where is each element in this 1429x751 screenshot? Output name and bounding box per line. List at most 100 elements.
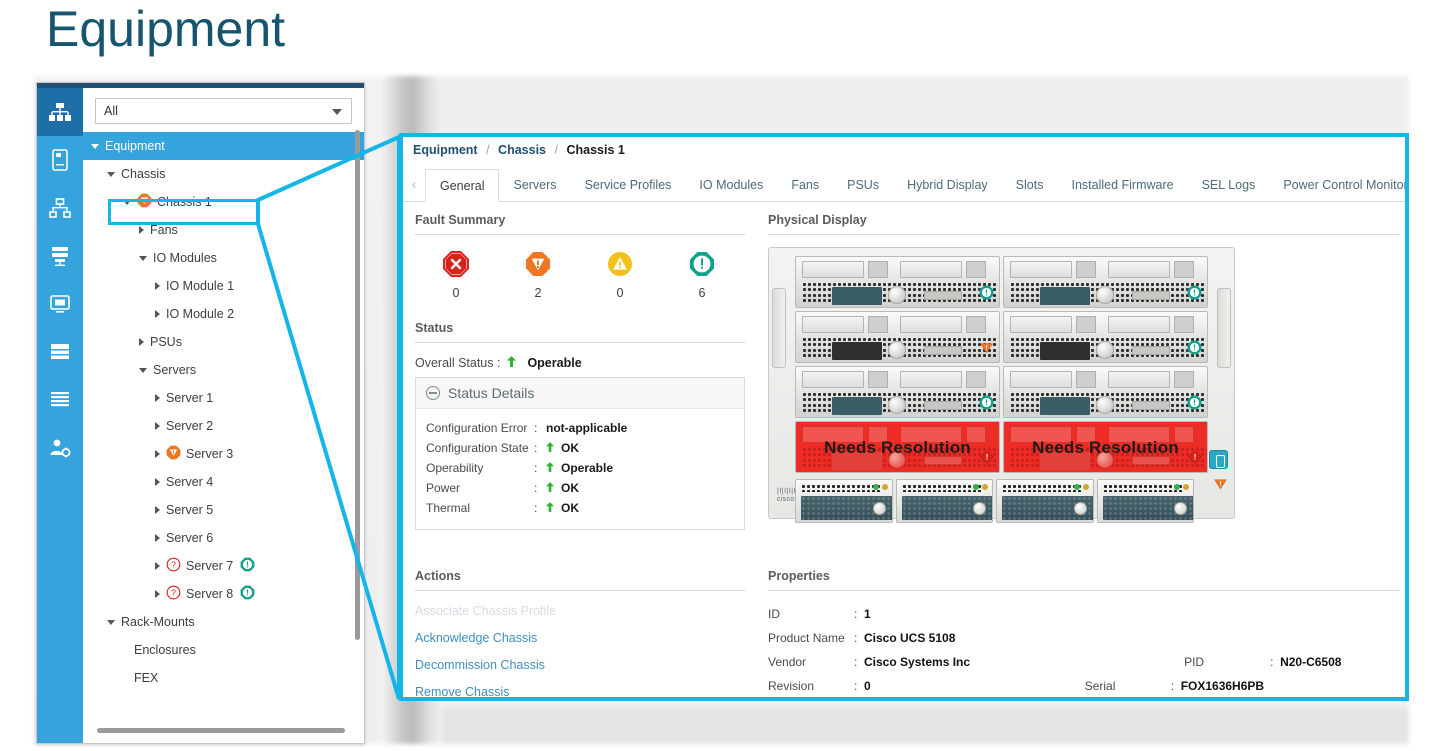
tree-item-io-module-2[interactable]: IO Module 2	[83, 300, 364, 328]
tree-item-server-4[interactable]: Server 4	[83, 468, 364, 496]
tree-item-server-2[interactable]: Server 2	[83, 412, 364, 440]
tree-item-servers[interactable]: Servers	[83, 356, 364, 384]
minor-warning-circle-icon	[607, 252, 633, 281]
psu-row	[795, 479, 1194, 523]
up-arrow-icon	[507, 356, 517, 370]
tree-item-chassis[interactable]: Chassis	[83, 160, 364, 188]
chassis-locator-button[interactable]	[1209, 450, 1228, 469]
blade-slot-5[interactable]	[795, 366, 1000, 418]
tree-item-rack-mounts[interactable]: Rack-Mounts	[83, 608, 364, 636]
filter-row: All	[83, 88, 364, 132]
psu-1[interactable]	[795, 479, 893, 523]
chassis-graphic[interactable]: Needs Resolution Needs Resolution |I|I|I…	[768, 247, 1235, 523]
chevron-right-icon[interactable]	[155, 422, 160, 430]
tab-service-profiles[interactable]: Service Profiles	[571, 168, 686, 201]
filter-select[interactable]: All	[95, 98, 352, 124]
fault-info[interactable]: 6	[661, 251, 743, 300]
chevron-right-icon[interactable]	[139, 226, 144, 234]
blade-slot-4[interactable]	[1003, 311, 1208, 363]
tree-item-server-7[interactable]: ? Server 7	[83, 552, 364, 580]
chevron-right-icon[interactable]	[139, 338, 144, 346]
blade-slot-3[interactable]	[795, 311, 1000, 363]
tree-item-fex[interactable]: FEX	[83, 664, 364, 692]
blade-slot-6[interactable]	[1003, 366, 1208, 418]
nav-item-vm[interactable]	[37, 280, 83, 328]
chevron-down-icon[interactable]	[139, 255, 147, 261]
tree-item-server-3[interactable]: Server 3	[83, 440, 364, 468]
nav-item-lan[interactable]	[37, 184, 83, 232]
tab-hybrid-display[interactable]: Hybrid Display	[893, 168, 1002, 201]
blade-slot-2[interactable]	[1003, 256, 1208, 308]
psu-2[interactable]	[895, 479, 993, 523]
tree-item-server-5[interactable]: Server 5	[83, 496, 364, 524]
chevron-right-icon[interactable]	[155, 534, 160, 542]
chevron-down-icon[interactable]	[107, 171, 115, 177]
svg-text:?: ?	[171, 560, 176, 570]
breadcrumb-chassis[interactable]: Chassis	[498, 143, 546, 157]
status-details-header[interactable]: Status Details	[416, 378, 744, 409]
psu-4[interactable]	[1096, 479, 1194, 523]
tab-general[interactable]: General	[425, 169, 500, 202]
tree-item-io-modules[interactable]: IO Modules	[83, 244, 364, 272]
properties-section: Properties ID:1 Product Name: Cisco UCS 51…	[768, 569, 1400, 697]
chevron-down-icon[interactable]	[107, 619, 115, 625]
breadcrumb-equipment[interactable]: Equipment	[413, 143, 478, 157]
blade-slot-7[interactable]: Needs Resolution	[795, 421, 1000, 473]
tree-item-server-8[interactable]: ? Server 8	[83, 580, 364, 608]
status-row-value: OK	[561, 481, 579, 495]
chevron-right-icon[interactable]	[155, 590, 160, 598]
tree-horizontal-scrollbar[interactable]	[97, 728, 345, 733]
chevron-right-icon[interactable]	[155, 450, 160, 458]
chevron-right-icon[interactable]	[155, 282, 160, 290]
fault-critical[interactable]: 0	[415, 251, 497, 300]
nav-item-chassis-profiles[interactable]	[37, 376, 83, 424]
tab-io-modules[interactable]: IO Modules	[685, 168, 777, 201]
tree-item-enclosures[interactable]: Enclosures	[83, 636, 364, 664]
chevron-down-icon[interactable]	[139, 367, 147, 373]
chevron-right-icon[interactable]	[155, 562, 160, 570]
action-acknowledge-chassis[interactable]: Acknowledge Chassis	[415, 631, 745, 645]
storage-icon	[49, 343, 71, 361]
info-exclaim-octagon-icon	[979, 285, 994, 305]
nav-item-san[interactable]	[37, 232, 83, 280]
chevron-right-icon[interactable]	[155, 394, 160, 402]
up-arrow-icon	[546, 461, 554, 475]
nav-item-equipment[interactable]	[37, 88, 83, 136]
tree-item-server-6[interactable]: Server 6	[83, 524, 364, 552]
tab-fans[interactable]: Fans	[777, 168, 833, 201]
tree-vertical-scrollbar[interactable]	[355, 130, 360, 640]
chevron-right-icon[interactable]	[155, 478, 160, 486]
status-row-colon: :	[534, 421, 538, 435]
property-value: Cisco Systems Inc	[864, 655, 971, 669]
blade-slot-1[interactable]	[795, 256, 1000, 308]
tab-slots[interactable]: Slots	[1002, 168, 1058, 201]
action-decommission-chassis[interactable]: Decommission Chassis	[415, 658, 745, 672]
critical-diamond-icon	[980, 450, 994, 469]
tab-power-control-monitor[interactable]: Power Control Monitor	[1269, 168, 1405, 201]
chevron-right-icon[interactable]	[155, 506, 160, 514]
psu-3[interactable]	[996, 479, 1094, 523]
tree-item-equipment[interactable]: Equipment	[83, 132, 364, 160]
tree-item-io-module-1[interactable]: IO Module 1	[83, 272, 364, 300]
fault-info-count: 6	[698, 286, 706, 300]
nav-item-admin[interactable]	[37, 424, 83, 472]
tab-sel-logs[interactable]: SEL Logs	[1188, 168, 1270, 201]
tree-item-server-1[interactable]: Server 1	[83, 384, 364, 412]
chevron-down-icon[interactable]	[91, 143, 99, 149]
tab-servers[interactable]: Servers	[499, 168, 570, 201]
chevron-left-icon[interactable]: ‹	[403, 167, 425, 201]
fault-minor[interactable]: 0	[579, 251, 661, 300]
tab-psus[interactable]: PSUs	[833, 168, 893, 201]
actions-section: Actions Associate Chassis Profile Acknowl…	[415, 569, 745, 697]
fault-critical-count: 0	[452, 286, 460, 300]
minus-circle-icon	[426, 386, 440, 400]
tree-item-psus[interactable]: PSUs	[83, 328, 364, 356]
action-remove-chassis[interactable]: Remove Chassis	[415, 685, 745, 697]
chevron-right-icon[interactable]	[155, 310, 160, 318]
tab-installed-firmware[interactable]: Installed Firmware	[1057, 168, 1187, 201]
nav-item-servers[interactable]	[37, 136, 83, 184]
info-exclaim-octagon-icon	[240, 585, 255, 603]
nav-item-storage[interactable]	[37, 328, 83, 376]
fault-major[interactable]: 2	[497, 251, 579, 300]
blade-slot-8[interactable]: Needs Resolution	[1003, 421, 1208, 473]
